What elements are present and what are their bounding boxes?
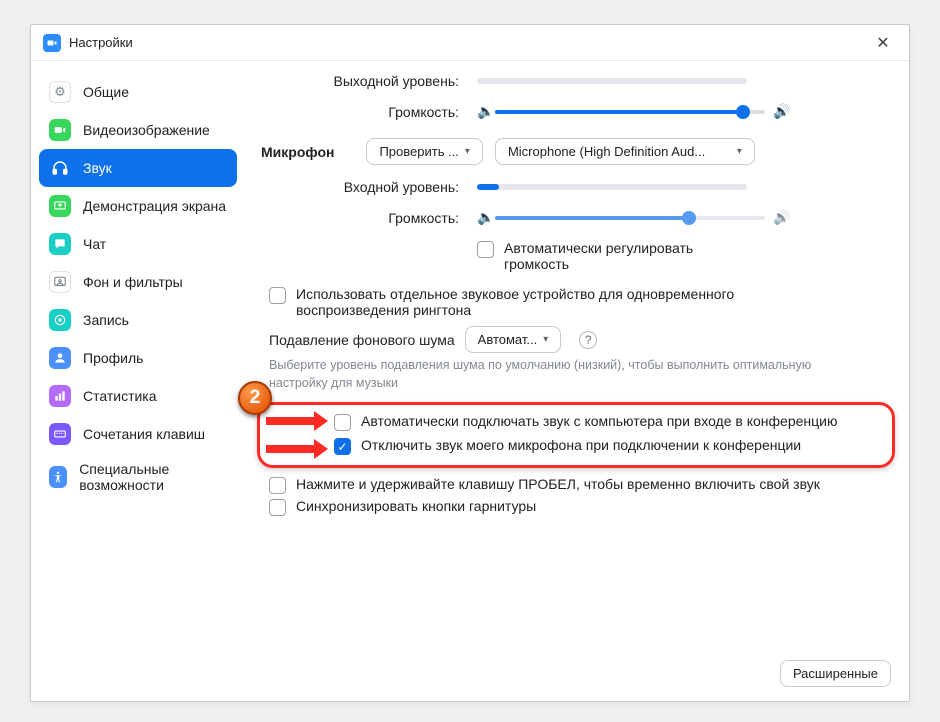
sidebar-item-label: Запись xyxy=(83,312,129,328)
headphones-icon xyxy=(49,157,71,179)
sync-headset-checkbox[interactable] xyxy=(269,499,286,516)
auto-volume-checkbox[interactable] xyxy=(477,241,494,258)
sidebar-item-label: Профиль xyxy=(83,350,143,366)
speaker-volume-slider[interactable] xyxy=(495,110,765,114)
input-level-meter xyxy=(477,184,747,190)
auto-volume-label: Автоматически регулировать громкость xyxy=(504,240,744,272)
step-badge-2: 2 xyxy=(238,381,272,415)
mute-on-join-checkbox[interactable]: ✓ xyxy=(334,438,351,455)
sync-headset-label: Синхронизировать кнопки гарнитуры xyxy=(296,498,536,514)
auto-join-audio-checkbox[interactable] xyxy=(334,414,351,431)
sidebar-item-general[interactable]: ⚙ Общие xyxy=(39,73,237,111)
sidebar-item-audio[interactable]: Звук xyxy=(39,149,237,187)
sidebar-item-label: Сочетания клавиш xyxy=(83,426,205,442)
sidebar-item-label: Звук xyxy=(83,160,112,176)
volume-down-icon: 🔈 xyxy=(477,103,495,120)
keyboard-icon xyxy=(49,423,71,445)
video-icon xyxy=(49,119,71,141)
sidebar-item-stats[interactable]: Статистика xyxy=(39,377,237,415)
mic-device-select[interactable]: Microphone (High Definition Aud...▾ xyxy=(495,138,755,165)
volume-up-icon: 🔊 xyxy=(773,209,791,226)
sidebar-item-recording[interactable]: Запись xyxy=(39,301,237,339)
zoom-app-icon xyxy=(43,34,61,52)
volume-up-icon: 🔊 xyxy=(773,103,791,120)
sidebar: ⚙ Общие Видеоизображение Звук Демонстра xyxy=(31,61,241,701)
volume-down-icon: 🔈 xyxy=(477,209,495,226)
stats-icon xyxy=(49,385,71,407)
close-button[interactable]: ✕ xyxy=(865,29,901,57)
settings-window: Настройки ✕ ⚙ Общие Видеоизображение Зву… xyxy=(30,24,910,702)
record-icon xyxy=(49,309,71,331)
chevron-down-icon: ▾ xyxy=(465,146,470,157)
sidebar-item-label: Общие xyxy=(83,84,129,100)
sidebar-item-share[interactable]: Демонстрация экрана xyxy=(39,187,237,225)
accessibility-icon xyxy=(49,466,67,488)
mic-test-button[interactable]: Проверить ...▾ xyxy=(366,138,483,165)
share-screen-icon xyxy=(49,195,71,217)
sidebar-item-label: Статистика xyxy=(83,388,157,404)
help-icon[interactable]: ? xyxy=(579,331,597,349)
gear-icon: ⚙ xyxy=(49,81,71,103)
sidebar-item-background[interactable]: Фон и фильтры xyxy=(39,263,237,301)
mic-volume-slider[interactable] xyxy=(495,216,765,220)
sidebar-item-label: Фон и фильтры xyxy=(83,274,183,290)
noise-suppress-select[interactable]: Автомат...▾ xyxy=(465,326,562,353)
input-level-label: Входной уровень: xyxy=(261,179,477,195)
arrow-icon xyxy=(266,411,328,431)
noise-hint-text: Выберите уровень подавления шума по умол… xyxy=(269,357,829,392)
sidebar-item-profile[interactable]: Профиль xyxy=(39,339,237,377)
push-to-talk-checkbox[interactable] xyxy=(269,477,286,494)
ringtone-device-label: Использовать отдельное звуковое устройст… xyxy=(296,286,816,318)
arrow-icon xyxy=(266,439,328,459)
sidebar-item-label: Специальные возможности xyxy=(79,461,227,493)
advanced-button[interactable]: Расширенные xyxy=(780,660,891,687)
sidebar-item-video[interactable]: Видеоизображение xyxy=(39,111,237,149)
mute-on-join-label: Отключить звук моего микрофона при подкл… xyxy=(361,437,801,453)
mic-section-label: Микрофон xyxy=(261,144,334,160)
output-level-label: Выходной уровень: xyxy=(261,73,477,89)
auto-join-audio-label: Автоматически подключать звук с компьюте… xyxy=(361,413,837,429)
output-level-meter xyxy=(477,78,747,84)
sidebar-item-label: Чат xyxy=(83,236,106,252)
profile-icon xyxy=(49,347,71,369)
mic-volume-label: Громкость: xyxy=(261,210,477,226)
chevron-down-icon: ▾ xyxy=(543,334,548,345)
chevron-down-icon: ▾ xyxy=(737,146,742,157)
window-title: Настройки xyxy=(69,35,133,50)
sidebar-item-shortcuts[interactable]: Сочетания клавиш xyxy=(39,415,237,453)
highlight-annotation: 2 Автоматически подключать звук с компью… xyxy=(257,402,895,468)
background-icon xyxy=(49,271,71,293)
chat-icon xyxy=(49,233,71,255)
push-to-talk-label: Нажмите и удерживайте клавишу ПРОБЕЛ, чт… xyxy=(296,476,820,492)
settings-content: Выходной уровень: Громкость: 🔈 🔊 Микрофо… xyxy=(241,61,909,701)
sidebar-item-chat[interactable]: Чат xyxy=(39,225,237,263)
sidebar-item-label: Видеоизображение xyxy=(83,122,210,138)
titlebar: Настройки ✕ xyxy=(31,25,909,61)
noise-suppress-label: Подавление фонового шума xyxy=(269,332,455,348)
speaker-volume-label: Громкость: xyxy=(261,104,477,120)
sidebar-item-label: Демонстрация экрана xyxy=(83,198,226,214)
ringtone-device-checkbox[interactable] xyxy=(269,287,286,304)
sidebar-item-accessibility[interactable]: Специальные возможности xyxy=(39,453,237,501)
